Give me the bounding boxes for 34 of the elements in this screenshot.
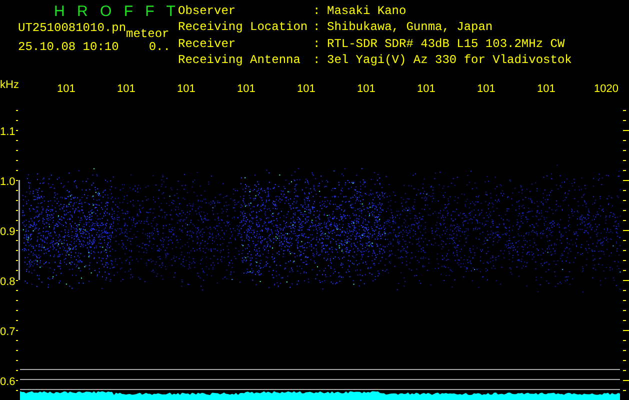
file-name: UT2510081010.pn xyxy=(18,22,126,34)
mode-label: meteor xyxy=(126,28,170,40)
separator: : xyxy=(313,38,322,52)
x-tick-label: 101 xyxy=(477,83,496,95)
x-tick-label: 101 xyxy=(297,83,316,95)
info-value: Masaki Kano xyxy=(327,5,408,20)
date-time: 25.10.08 10:10 xyxy=(18,41,119,53)
y-tick-label: 0.6 xyxy=(0,376,16,388)
app-title: H R O F F T xyxy=(53,4,178,20)
x-tick-label: 101 xyxy=(177,83,196,95)
x-tick-label: 101 xyxy=(57,83,76,95)
info-value: RTL-SDR SDR# 43dB L15 103.2MHz CW xyxy=(327,38,566,52)
info-value: 3el Yagi(V) Az 330 for Vladivostok xyxy=(327,54,572,69)
separator: : xyxy=(313,21,322,36)
x-tick-label: 101 xyxy=(537,83,556,95)
axis-unit: kHz xyxy=(0,79,19,91)
x-tick-label: 101 xyxy=(237,83,256,95)
info-label: Receiving Location xyxy=(178,21,309,36)
x-tick-label: 101 xyxy=(357,83,376,95)
separator: : xyxy=(313,54,322,69)
y-tick-label: 1.1 xyxy=(0,126,16,138)
info-label: Receiving Antenna xyxy=(178,54,302,69)
y-tick-label: 0.7 xyxy=(0,326,16,338)
y-tick-label: 0.9 xyxy=(0,226,16,238)
x-tick-label: 101 xyxy=(417,83,436,95)
separator: : xyxy=(313,5,322,20)
info-label: Observer xyxy=(178,5,237,20)
x-tick-label: 101 xyxy=(117,83,136,95)
counter: 0.. xyxy=(148,41,170,53)
info-value: Shibukawa, Gunma, Japan xyxy=(327,21,494,36)
x-tick-label: 1020 xyxy=(594,83,618,95)
y-tick-label: 1.0 xyxy=(0,176,16,188)
info-label: Receiver xyxy=(178,38,237,52)
y-tick-label: 0.8 xyxy=(0,276,16,288)
